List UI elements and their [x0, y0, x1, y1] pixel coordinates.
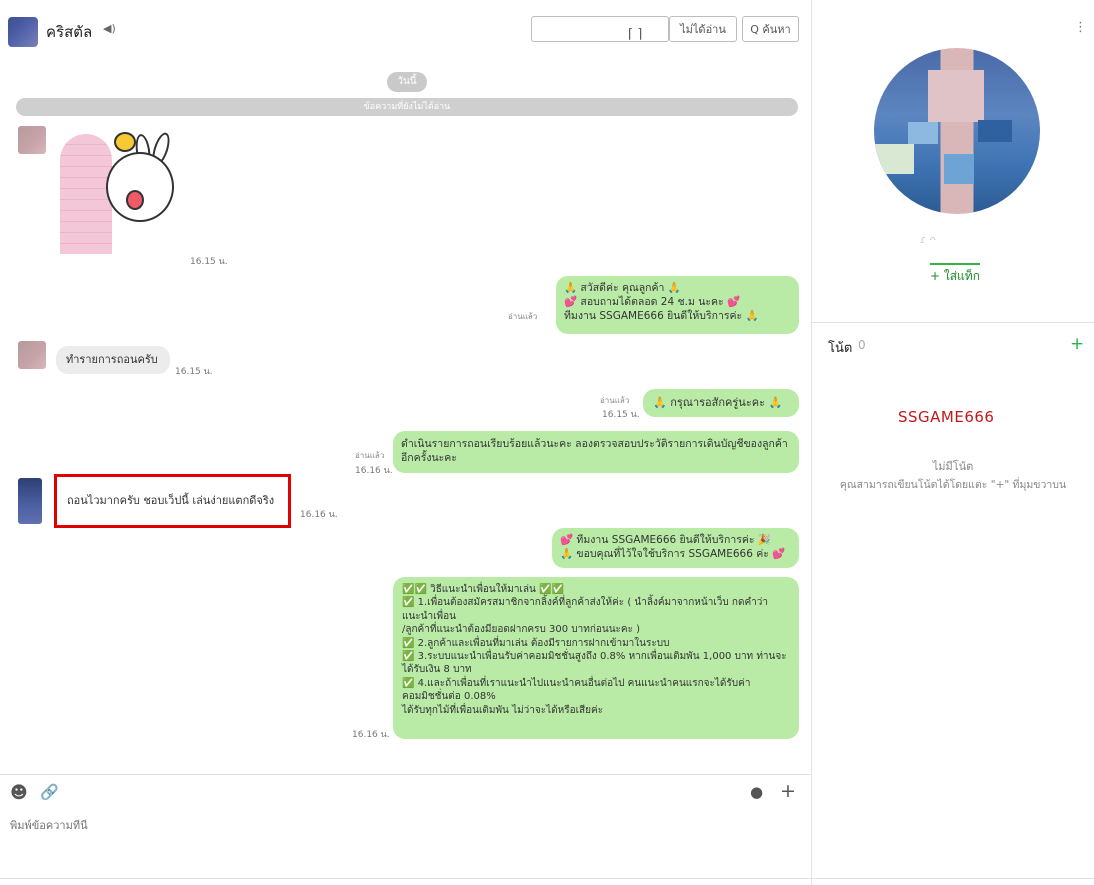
message-bubble[interactable]: 🙏 สวัสดีค่ะ คุณลูกค้า 🙏 💕 สอบถามได้ตลอด … [556, 276, 799, 334]
divider [812, 322, 1094, 323]
more-menu-icon[interactable]: ⋮ [1074, 20, 1087, 35]
message-time: 16.15 น. [190, 257, 228, 267]
emoji-icon[interactable]: ☻ [10, 783, 28, 803]
profile-panel: ⋮ ɾ ᴖ + ใส่แท็ก โน้ต 0 + SSGAME666 ไม่มี… [812, 0, 1094, 885]
sticker-chick [114, 132, 136, 152]
add-note-icon[interactable]: + [1070, 334, 1084, 354]
notes-title: โน้ต [828, 341, 853, 356]
message-time: 16.15 น. [602, 410, 640, 420]
message-text: ถอนไวมากครับ ชอบเว็ปนี้ เล่นง่ายแตกดีจริ… [67, 494, 275, 507]
read-status-button[interactable]: ไม่ได้อ่าน [669, 16, 737, 42]
message-time: 16.16 น. [300, 510, 338, 520]
highlighted-message[interactable]: ถอนไวมากครับ ชอบเว็ปนี้ เล่นง่ายแตกดีจริ… [54, 474, 291, 528]
read-receipt: อ่านแล้ว [508, 312, 538, 321]
cursor-icon: ⌈ ⌉ [628, 27, 643, 42]
message-bubble[interactable]: 🙏 กรุณารอสักครู่นะคะ 🙏 [643, 389, 799, 417]
message-time: 16.15 น. [175, 367, 213, 377]
contact-name[interactable]: คริสตัล [46, 20, 92, 44]
brand-watermark: SSGAME666 [898, 408, 995, 426]
message-input[interactable] [10, 819, 790, 832]
chat-bubble-icon[interactable]: ● [750, 783, 763, 801]
speaker-icon[interactable]: ◀︎) [103, 22, 116, 35]
search-button[interactable]: Q ค้นหา [742, 16, 799, 42]
sticker-mouth [126, 190, 144, 210]
profile-photo[interactable] [874, 48, 1040, 214]
sticker-rabbit [106, 152, 174, 222]
sticker-message[interactable] [56, 130, 176, 260]
photo-patch [928, 70, 984, 122]
message-bubble[interactable]: 💕 ทีมงาน SSGAME666 ยินดีให้บริการค่ะ 🎉 🙏… [552, 528, 799, 568]
read-receipt: อ่านแล้ว [600, 396, 630, 405]
composer: ☻ 🔗 ● + [0, 774, 812, 885]
photo-patch [908, 122, 938, 144]
photo-patch [874, 144, 914, 174]
empty-notes-label: ไม่มีโน้ต [932, 460, 974, 473]
message-bubble[interactable]: ✅✅ วิธีแนะนำเพื่อนให้มาเล่น ✅✅ ✅ 1.เพื่อ… [393, 577, 799, 739]
plus-icon[interactable]: + [780, 780, 796, 802]
message-list[interactable]: วันนี้ ข้อความที่ยังไม่ได้อ่าน 16.15 น. … [0, 52, 812, 774]
chat-panel: คริสตัล ◀︎) ⌈ ⌉ ไม่ได้อ่าน Q ค้นหา วันนี… [0, 0, 812, 885]
bottom-divider [0, 878, 1094, 879]
message-time: 16.16 น. [355, 466, 393, 476]
photo-patch [978, 120, 1012, 142]
sender-avatar[interactable] [18, 478, 42, 524]
attach-icon[interactable]: 🔗 [40, 783, 59, 801]
chat-header: คริสตัล ◀︎) ⌈ ⌉ ไม่ได้อ่าน Q ค้นหา [0, 0, 812, 52]
read-receipt: อ่านแล้ว [355, 451, 385, 460]
day-divider: วันนี้ [387, 72, 427, 92]
message-bubble[interactable]: ทำรายการถอนครับ [56, 346, 170, 374]
notes-count: 0 [858, 338, 866, 352]
photo-patch [944, 154, 974, 184]
empty-notes-hint: คุณสามารถเขียนโน้ตได้โดยแตะ "+" ที่มุมขว… [839, 479, 1067, 491]
sender-avatar[interactable] [18, 341, 46, 369]
profile-name: ɾ ᴖ [920, 233, 937, 246]
header-input[interactable]: ⌈ ⌉ [531, 16, 669, 42]
sender-avatar[interactable] [18, 126, 46, 154]
contact-avatar[interactable] [8, 17, 38, 47]
sticker-wall [60, 134, 112, 254]
unread-divider: ข้อความที่ยังไม่ได้อ่าน [16, 98, 798, 116]
message-time: 16.16 น. [352, 730, 390, 740]
add-tag-link[interactable]: + ใส่แท็ก [930, 263, 980, 286]
message-bubble[interactable]: ดำเนินรายการถอนเรียบร้อยแล้วนะคะ ลองตรวจ… [393, 431, 799, 473]
